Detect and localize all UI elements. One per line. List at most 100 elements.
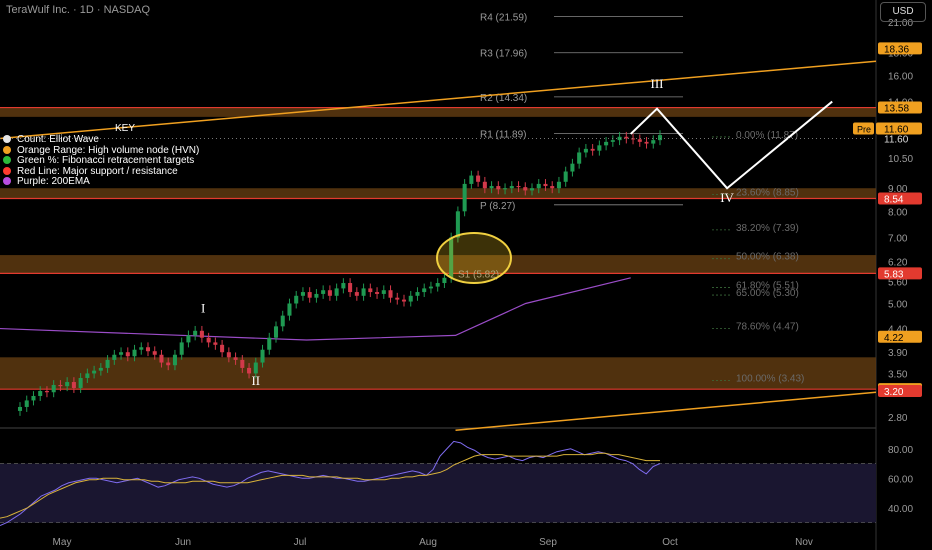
y-tick-label: 7.00 <box>888 234 908 245</box>
candle-body <box>543 183 548 187</box>
fib-label-6: 78.60% (4.47) <box>736 321 799 332</box>
candle-body <box>348 283 353 293</box>
candle-body <box>388 290 393 298</box>
candle-body <box>260 349 265 363</box>
rsi-tick-label: 80.00 <box>888 445 913 456</box>
fib-label-3: 50.00% (6.38) <box>736 252 799 263</box>
candle-body <box>482 181 487 189</box>
candle-body <box>408 295 413 302</box>
candle-body <box>422 288 427 293</box>
price-tag-label: 13.58 <box>884 104 909 115</box>
candle-body <box>476 175 481 182</box>
candle-body <box>314 293 319 298</box>
candle-body <box>58 384 63 387</box>
candle-body <box>516 186 521 188</box>
candle-body <box>307 292 312 298</box>
candle-body <box>583 148 588 153</box>
candle-body <box>105 359 110 368</box>
candle-body <box>38 391 43 396</box>
candle-body <box>65 382 70 387</box>
candle-body <box>253 362 258 374</box>
pivot-label-R1: R1 (11.89) <box>480 130 527 141</box>
x-tick-label: Jul <box>294 537 307 548</box>
candle-body <box>98 367 103 371</box>
y-tick-label: 2.80 <box>888 413 908 424</box>
y-tick-label: 3.50 <box>888 369 908 380</box>
candle-body <box>550 186 555 189</box>
candle-body <box>206 337 211 343</box>
candle-body <box>44 391 49 393</box>
candle-body <box>442 277 447 284</box>
candle-body <box>644 141 649 144</box>
candle-body <box>24 400 29 407</box>
fib-label-2: 38.20% (7.39) <box>736 223 799 234</box>
y-tick-label: 8.00 <box>888 207 908 218</box>
candle-body <box>590 148 595 151</box>
candle-body <box>139 347 144 350</box>
candle-body <box>657 135 663 141</box>
candle-body <box>415 292 420 296</box>
candle-body <box>489 186 494 189</box>
candle-body <box>300 292 305 296</box>
wave-label-I: I <box>201 300 205 315</box>
candle-body <box>267 337 272 350</box>
y-tick-label: 16.00 <box>888 71 913 82</box>
candle-body <box>159 354 164 363</box>
candle-body <box>152 351 157 355</box>
y-tick-label: 5.00 <box>888 299 908 310</box>
candle-body <box>381 290 386 294</box>
legend-dot-icon <box>3 135 11 143</box>
candle-body <box>321 290 326 294</box>
candle-body <box>51 384 56 393</box>
candle-body <box>240 359 245 368</box>
candle-body <box>341 283 346 289</box>
x-tick-label: Sep <box>539 537 557 548</box>
x-tick-label: Nov <box>795 537 813 548</box>
x-tick-label: Jun <box>175 537 191 548</box>
breakout-highlight <box>436 232 512 284</box>
candle-body <box>145 347 151 352</box>
candle-body <box>361 288 366 296</box>
candle-body <box>631 138 636 140</box>
y-tick-label: 3.90 <box>888 348 908 359</box>
candle-body <box>375 292 380 294</box>
pre-tag-label: Pre <box>857 124 871 134</box>
legend-item-ema: Purple: 200EMA <box>3 176 90 188</box>
pre-price-label: 11.60 <box>884 124 909 135</box>
candle-body <box>577 152 582 164</box>
currency-button[interactable]: USD <box>880 2 926 22</box>
candle-body <box>435 283 440 287</box>
price-tag-label: 8.54 <box>884 195 904 206</box>
candle-body <box>132 349 137 357</box>
candle-body <box>529 188 535 191</box>
legend-dot-icon <box>3 156 11 164</box>
wave-label-IV: IV <box>720 190 734 205</box>
candle-body <box>119 352 124 355</box>
candle-body <box>570 163 575 172</box>
price-chart[interactable]: R4 (21.59)R3 (17.96)R2 (14.34)R1 (11.89)… <box>0 0 932 550</box>
candle-body <box>226 352 231 358</box>
candle-body <box>31 395 36 401</box>
candle-body <box>455 211 460 238</box>
candle-body <box>428 286 433 289</box>
candle-body <box>597 145 602 151</box>
candle-body <box>179 342 184 355</box>
y-tick-label: 6.20 <box>888 257 908 268</box>
hvn-range-0 <box>0 107 876 117</box>
candle-body <box>273 326 279 338</box>
candle-body <box>213 342 218 345</box>
candle-body <box>368 288 373 293</box>
legend-dot-icon <box>3 145 11 154</box>
candle-body <box>563 171 568 182</box>
candle-body <box>199 330 204 338</box>
candle-body <box>92 370 97 374</box>
candle-body <box>172 354 177 366</box>
candle-body <box>637 139 642 142</box>
candle-body <box>112 354 117 360</box>
candle-body <box>503 188 508 190</box>
candle-body <box>287 303 292 316</box>
candle-body <box>610 140 615 142</box>
rsi-tick-label: 60.00 <box>888 474 913 485</box>
candle-body <box>220 344 225 353</box>
candle-body <box>523 187 528 191</box>
